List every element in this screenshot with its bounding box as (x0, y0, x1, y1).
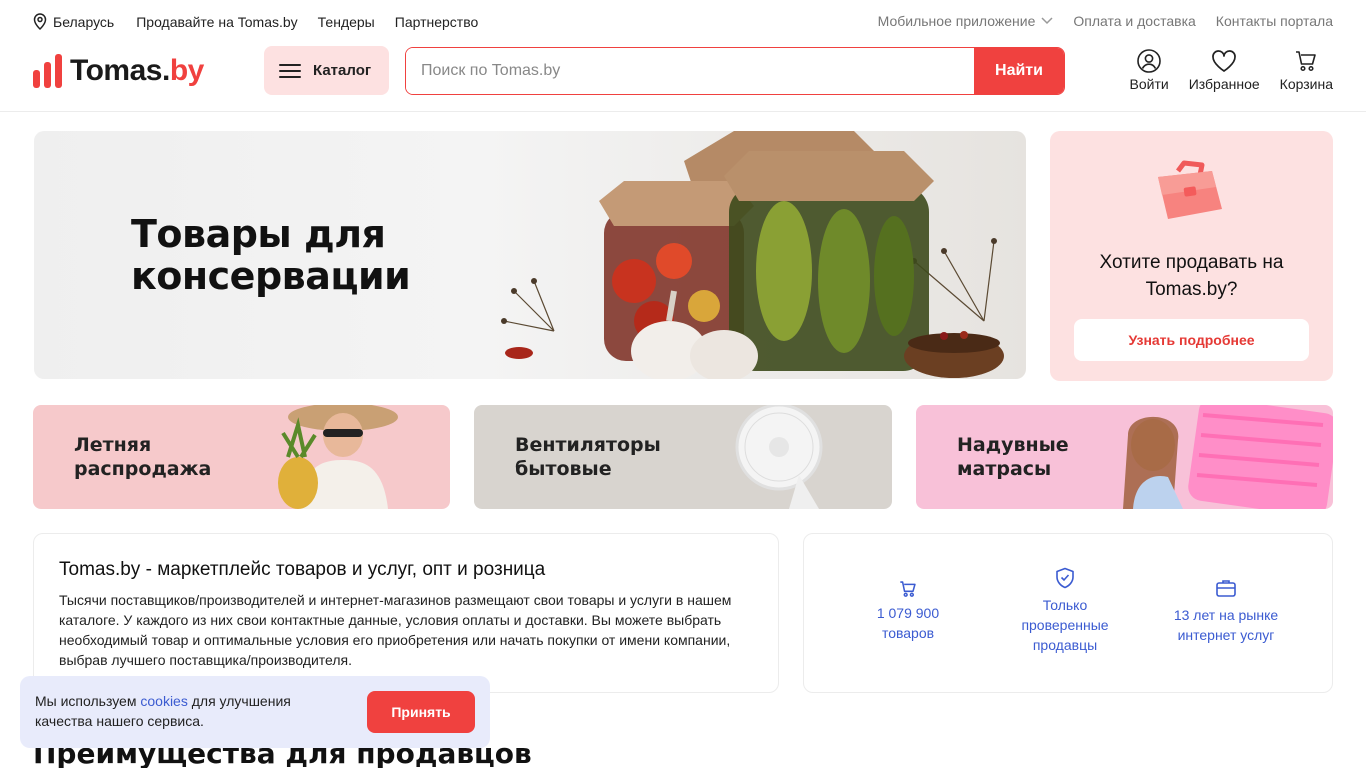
cookies-link[interactable]: cookies (140, 693, 187, 709)
briefcase-illustration-icon (1158, 160, 1222, 219)
search-button[interactable]: Найти (974, 48, 1064, 94)
top-bar-right: Мобильное приложение Оплата и доставка К… (878, 13, 1333, 29)
stat-products-value: 1 079 900 (876, 605, 940, 621)
cart-icon (1296, 51, 1317, 72)
mobile-app-dropdown[interactable]: Мобильное приложение (878, 13, 1054, 29)
stats-card: 1 079 900 товаров Только проверенные про… (803, 533, 1333, 693)
hero-banner[interactable]: Товары для консервации (34, 131, 1026, 379)
cart-label: Корзина (1279, 76, 1333, 92)
hero-title: Товары для консервации (131, 212, 411, 298)
favorites-button[interactable]: Избранное (1189, 48, 1260, 92)
shield-check-icon (1056, 567, 1074, 589)
tenders-link[interactable]: Тендеры (318, 14, 375, 30)
promo-label: Летняя распродажа (74, 434, 212, 480)
payment-delivery-link[interactable]: Оплата и доставка (1073, 13, 1195, 29)
cart-button[interactable]: Корзина (1280, 48, 1333, 92)
stat-products-label: товаров (881, 625, 935, 641)
promo-label: Надувные матрасы (957, 434, 1069, 480)
top-bar-left: Беларусь Продавайте на Tomas.by Тендеры … (33, 13, 498, 30)
woman-with-mattress-image (1123, 405, 1333, 509)
stat-years-on-market: 13 лет на рынке интернет услуг (1161, 578, 1291, 645)
search-bar: Найти (405, 47, 1065, 95)
favorites-label: Избранное (1188, 76, 1260, 92)
become-seller-question: Хотите продавать на Tomas.by? (1099, 252, 1284, 300)
mobile-app-label: Мобильное приложение (877, 13, 1036, 29)
location-selector[interactable]: Беларусь (33, 13, 114, 30)
about-title: Tomas.by - маркетплейс товаров и услуг, … (59, 559, 546, 580)
promo-fans[interactable]: Вентиляторы бытовые (474, 405, 892, 509)
logo[interactable]: Tomas.by (33, 54, 204, 88)
stat-verified-line1: Только (1042, 597, 1088, 613)
sell-on-tomas-link[interactable]: Продавайте на Tomas.by (136, 14, 297, 30)
promo-summer-sale[interactable]: Летняя распродажа (33, 405, 450, 509)
about-card: Tomas.by - маркетплейс товаров и услуг, … (33, 533, 779, 693)
login-label: Войти (1129, 76, 1169, 92)
user-icon (1137, 49, 1161, 73)
stat-verified-line3: продавцы (1032, 637, 1098, 653)
stat-products: 1 079 900 товаров (854, 579, 962, 643)
stat-verified-line2: проверенные (1021, 617, 1109, 633)
login-button[interactable]: Войти (1130, 48, 1169, 92)
top-bar: Беларусь Продавайте на Tomas.by Тендеры … (0, 0, 1366, 44)
stat-years-value: 13 лет на рынке (1173, 607, 1279, 623)
about-text: Тысячи поставщиков/производителей и инте… (59, 592, 732, 668)
header-actions: Войти Избранное Корзина (1130, 48, 1333, 92)
header: Tomas.by Каталог Найти Войти Избранное К… (0, 44, 1366, 112)
stat-verified-sellers: Только проверенные продавцы (1000, 567, 1130, 655)
desk-fan-image (735, 405, 823, 509)
accept-cookies-button[interactable]: Принять (367, 691, 475, 733)
search-input[interactable] (406, 48, 974, 94)
briefcase-icon (1216, 580, 1236, 597)
heart-icon (1212, 50, 1237, 72)
menu-icon (279, 63, 301, 78)
partnership-link[interactable]: Партнерство (395, 14, 479, 30)
portal-contacts-link[interactable]: Контакты портала (1216, 13, 1333, 29)
promo-label: Вентиляторы бытовые (515, 434, 661, 480)
cookie-text: Мы используем cookies для улучшения каче… (35, 693, 291, 729)
woman-with-pineapple-image (278, 405, 398, 509)
cart-icon (900, 581, 916, 597)
promo-inflatable-mattresses[interactable]: Надувные матрасы (916, 405, 1333, 509)
become-seller-card: Хотите продавать на Tomas.by? Узнать подр… (1050, 131, 1333, 381)
location-label: Беларусь (53, 13, 115, 30)
logo-bars-icon (33, 54, 62, 88)
stat-years-label: интернет услуг (1177, 627, 1275, 643)
learn-more-button[interactable]: Узнать подробнее (1074, 319, 1309, 361)
cookie-banner: Мы используем cookies для улучшения каче… (20, 676, 490, 748)
chevron-down-icon (1041, 17, 1053, 25)
location-pin-icon (33, 13, 47, 30)
catalog-button[interactable]: Каталог (264, 46, 389, 95)
logo-text: Tomas.by (70, 54, 204, 87)
catalog-label: Каталог (313, 62, 372, 79)
